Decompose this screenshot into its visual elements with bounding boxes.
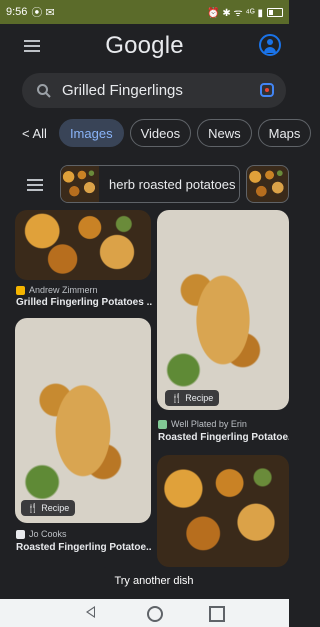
account-avatar-icon[interactable] (259, 34, 281, 56)
status-bar: 9:56 ⦿ ✉ ⏰ ✱ ᯤ ⁴ᴳ ▮ (0, 0, 289, 24)
result-image[interactable] (157, 210, 289, 410)
tab-maps[interactable]: Maps (257, 119, 312, 147)
result-source: Well Plated by Erin (158, 419, 247, 429)
result-source: Andrew Zimmern (16, 285, 98, 295)
utensils-icon: 🍴 (171, 392, 183, 403)
tab-news[interactable]: News (197, 119, 252, 147)
result-card-1[interactable]: Andrew Zimmern Grilled Fingerling Potato… (15, 210, 152, 310)
result-title: Grilled Fingerling Potatoes ... (16, 297, 152, 308)
back-icon[interactable] (84, 606, 96, 618)
search-box[interactable]: Grilled Fingerlings (22, 73, 286, 108)
toast-message: Try another dish (104, 567, 204, 595)
app-header: Google (0, 24, 289, 72)
recents-icon[interactable] (209, 606, 225, 622)
tab-all[interactable]: < All (22, 119, 53, 147)
status-icons-right: ⏰ ✱ ᯤ ⁴ᴳ ▮ (207, 8, 263, 19)
related-search-chip-2[interactable] (246, 165, 289, 203)
chip-label: herb roasted potatoes (109, 176, 236, 192)
battery-icon (267, 7, 283, 17)
result-image[interactable] (157, 455, 289, 567)
result-card-3[interactable]: 🍴 Recipe Jo Cooks Roasted Fingerling Pota… (15, 318, 151, 558)
recipe-badge: 🍴 Recipe (165, 390, 220, 406)
search-tabs: < All Images Videos News Maps (0, 118, 312, 148)
home-icon[interactable] (147, 606, 163, 622)
clock: 9:56 (6, 6, 28, 18)
recipe-badge: 🍴 Recipe (21, 500, 76, 516)
result-card-4[interactable] (157, 455, 289, 567)
utensils-icon: 🍴 (27, 502, 39, 513)
system-nav-bar (0, 599, 289, 627)
tab-images[interactable]: Images (58, 119, 124, 147)
search-icon (37, 83, 51, 98)
result-card-2[interactable]: 🍴 Recipe Well Plated by Erin Roasted Fing… (157, 210, 289, 445)
tune-filter-icon[interactable] (27, 177, 43, 193)
result-image[interactable] (15, 318, 151, 523)
result-title: Roasted Fingerling Potatoe... (16, 542, 151, 553)
result-source: Jo Cooks (16, 529, 67, 539)
chip-thumbnail (61, 166, 99, 202)
result-image[interactable] (15, 210, 151, 280)
result-title: Roasted Fingerling Potatoe... (158, 432, 289, 443)
google-logo[interactable]: Google (0, 32, 289, 60)
filter-row: herb roasted potatoes (0, 164, 289, 206)
search-query[interactable]: Grilled Fingerlings (62, 82, 183, 99)
google-lens-icon[interactable] (260, 83, 274, 97)
related-search-chip[interactable]: herb roasted potatoes (60, 165, 240, 203)
status-icons-left: ⦿ ✉ (31, 7, 55, 19)
tab-videos[interactable]: Videos (129, 119, 192, 147)
